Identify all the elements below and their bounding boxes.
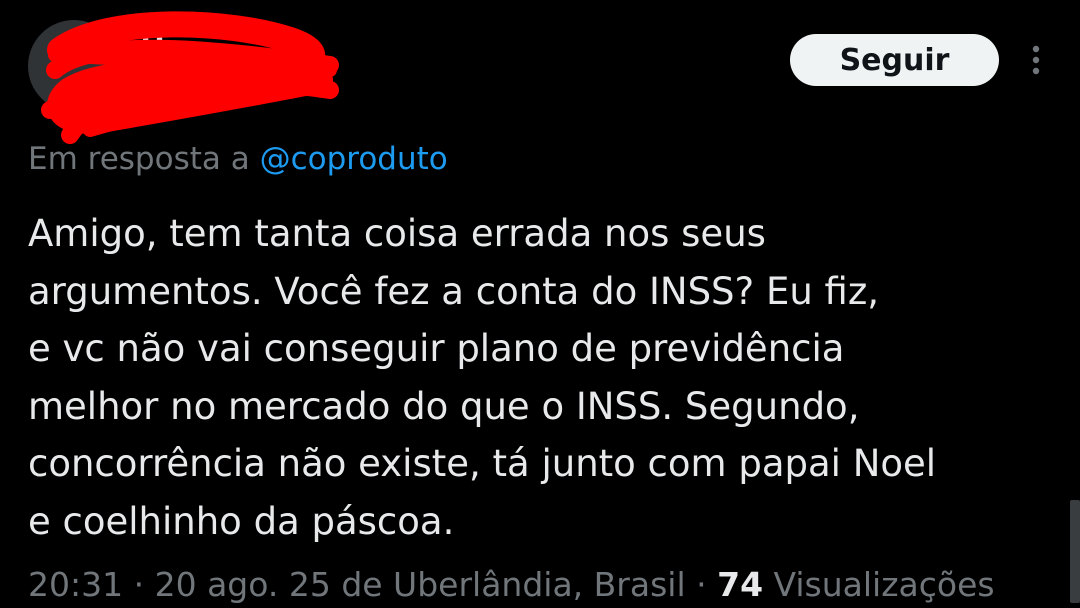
author-block[interactable]: ti gon: [140, 22, 193, 106]
author-display-name[interactable]: ti: [140, 22, 193, 58]
reply-prefix: Em resposta a: [28, 141, 260, 177]
reply-context: Em resposta a @coproduto: [28, 138, 448, 180]
tweet-time[interactable]: 20:31: [28, 565, 123, 604]
views-label[interactable]: Visualizações: [763, 565, 995, 604]
tweet-text: Amigo, tem tanta coisa errada nos seus a…: [28, 212, 937, 543]
author-handle[interactable]: gon: [140, 70, 193, 106]
reply-mention-link[interactable]: @coproduto: [260, 141, 448, 177]
scrollbar[interactable]: [1070, 500, 1080, 603]
follow-button[interactable]: Seguir: [790, 34, 999, 86]
meta-separator: ·: [123, 565, 155, 604]
tweet-location: de Uberlândia, Brasil: [330, 565, 686, 604]
tweet-date[interactable]: 20 ago. 25: [155, 565, 331, 604]
more-vertical-icon[interactable]: [1020, 40, 1052, 80]
tweet-header: ti gon Seguir: [0, 0, 1080, 144]
avatar[interactable]: [28, 20, 120, 112]
views-count[interactable]: 74: [717, 565, 763, 604]
tweet-meta: 20:31 · 20 ago. 25 de Uberlândia, Brasil…: [28, 562, 995, 608]
meta-separator: ·: [685, 565, 718, 604]
